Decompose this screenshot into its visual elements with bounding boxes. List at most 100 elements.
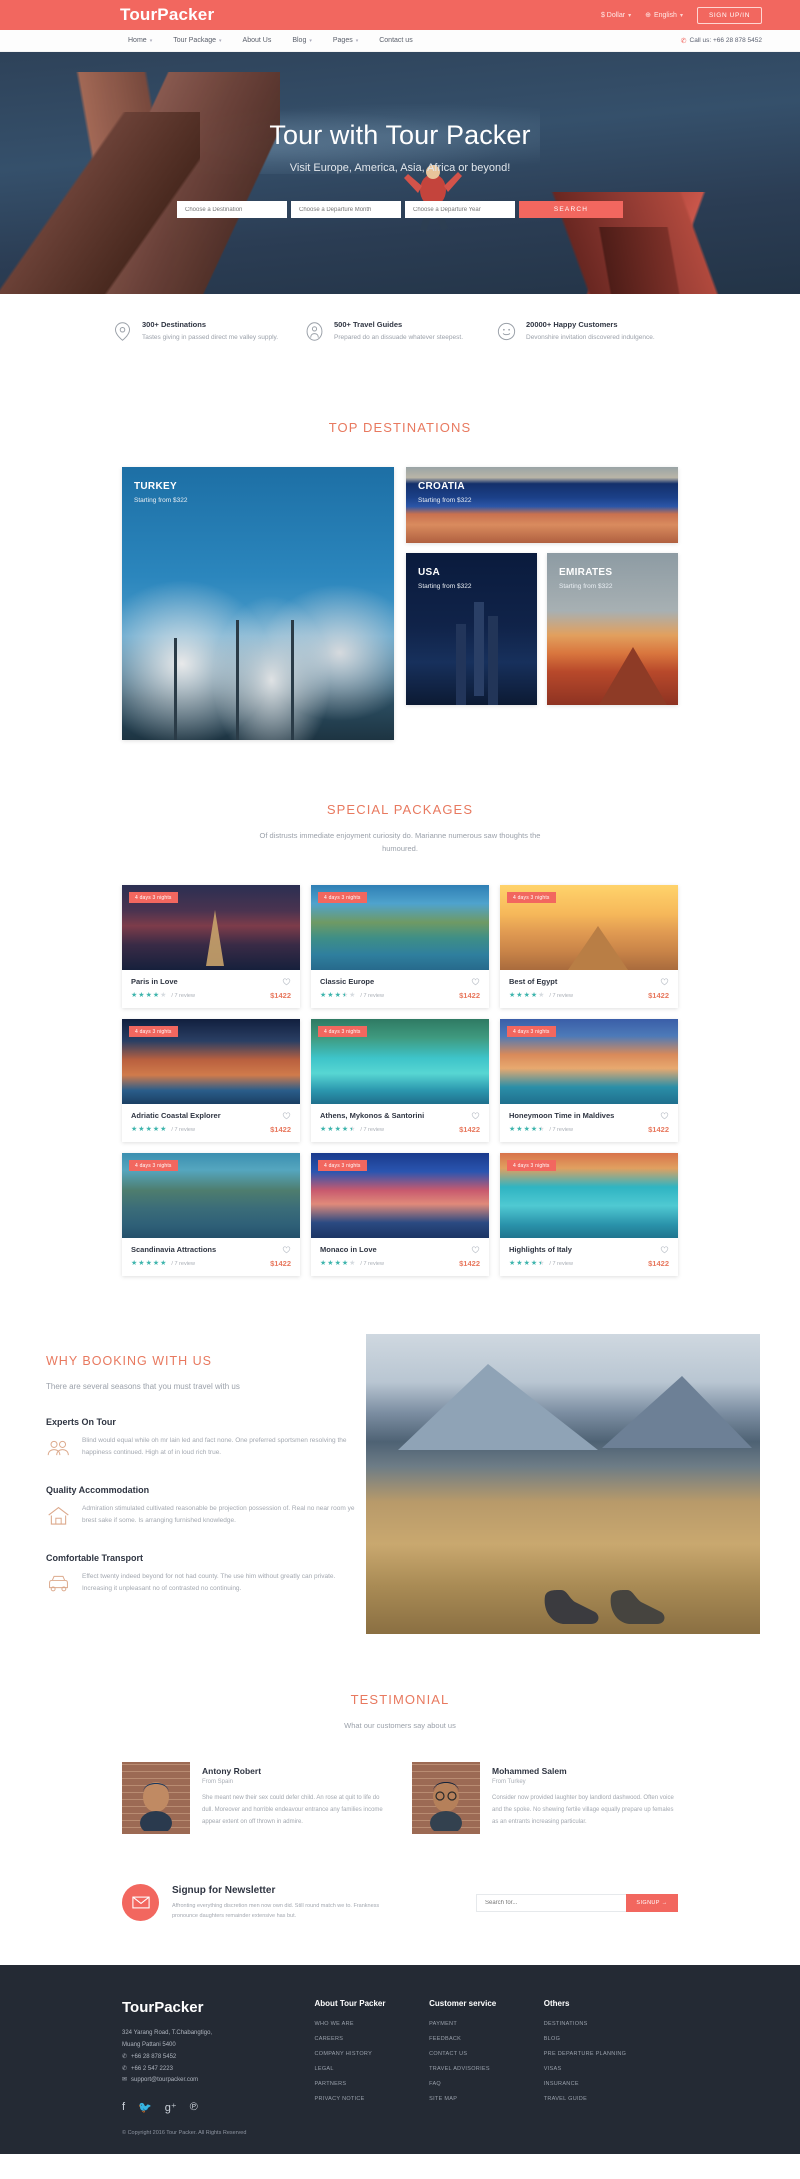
destination-price: Starting from $322 [418, 583, 472, 591]
destination-card-turkey[interactable]: TURKEY Starting from $322 [122, 467, 394, 741]
nav-item-about-us[interactable]: About Us [243, 37, 272, 44]
destinations-left-column: TURKEY Starting from $322 [122, 467, 394, 741]
avatar [122, 1762, 190, 1835]
feature-travel-guides: 500+ Travel Guides Prepared do an dissua… [304, 320, 496, 342]
footer-link[interactable]: SITE MAP [429, 2096, 544, 2102]
footer-link[interactable]: FEEDBACK [429, 2036, 544, 2042]
two-people-icon [47, 1441, 69, 1456]
hero-rock-right-shadow [550, 227, 750, 294]
testimonial-name: Antony Robert [202, 1766, 262, 1777]
rating-stars: ★ ★ ★ ★ ★ [320, 992, 355, 999]
review-count: / 7 review [360, 992, 384, 999]
nav-item-tour-package[interactable]: Tour Package ▾ [173, 37, 221, 44]
footer-link[interactable]: DESTINATIONS [544, 2021, 678, 2027]
footer-link[interactable]: PRE DEPARTURE PLANNING [544, 2051, 678, 2057]
nav-label: Pages [332, 37, 353, 44]
language-label: English [653, 11, 677, 19]
signup-button[interactable]: SIGN UP/IN [696, 6, 762, 24]
nav-item-home[interactable]: Home ▾ [128, 37, 152, 44]
currency-label: $ Dollar [600, 11, 626, 19]
destination-input[interactable] [177, 201, 287, 218]
destination-card-emirates[interactable]: EMIRATES Starting from $322 [547, 553, 678, 706]
footer-link[interactable]: PAYMENT [429, 2021, 544, 2027]
heart-icon[interactable] [660, 1111, 669, 1120]
rating-stars: ★ ★ ★ ★ ★ [131, 992, 166, 999]
footer-link[interactable]: FAQ [429, 2081, 544, 2087]
star-icon: ★ [523, 1126, 530, 1134]
heart-icon[interactable] [282, 977, 291, 986]
pinterest-icon[interactable]: ℗ [190, 2101, 198, 2114]
footer-link[interactable]: VISAS [544, 2066, 678, 2072]
destination-label: EMIRATES Starting from $322 [559, 567, 612, 590]
destination-card-usa[interactable]: USA Starting from $322 [406, 553, 537, 706]
heart-icon[interactable] [471, 1245, 480, 1254]
package-card[interactable]: 4 days 3 nights Monaco in Love ★ ★ ★ ★ ★/ 7 re… [311, 1153, 489, 1277]
destination-name: CROATIA [418, 481, 465, 493]
section-title-packages: SPECIAL PACKAGES [326, 802, 474, 818]
feature-desc: Tastes giving in passed direct me valley… [142, 334, 279, 341]
footer-email[interactable]: ✉ support@tourpacker.com [122, 2075, 315, 2087]
heart-icon[interactable] [660, 977, 669, 986]
footer-link[interactable]: CAREERS [315, 2036, 430, 2042]
departure-year-input[interactable] [405, 201, 515, 218]
address-line-2: Muang Pattani 5400 [122, 2042, 176, 2049]
destination-card-croatia[interactable]: CROATIA Starting from $322 [406, 467, 678, 544]
footer-link[interactable]: COMPANY HISTORY [315, 2051, 430, 2057]
footer-phone-1[interactable]: ✆ +66 28 878 5452 [122, 2052, 315, 2064]
departure-month-input[interactable] [291, 201, 401, 218]
package-card[interactable]: 4 days 3 nights Scandinavia Attractions ★ ★… [122, 1153, 300, 1277]
call-us[interactable]: ✆ Call us: +66 28 878 5452 [681, 37, 762, 45]
footer-column-about: About Tour Packer WHO WE ARE CAREERS COMPAN… [315, 1999, 430, 2153]
footer-link[interactable]: LEGAL [315, 2066, 430, 2072]
search-button[interactable]: SEARCH [519, 201, 623, 218]
package-header: Scandinavia Attractions [131, 1245, 291, 1254]
package-card[interactable]: 4 days 3 nights Adriatic Coastal Explorer… [122, 1019, 300, 1143]
package-card[interactable]: 4 days 3 nights Best of Egypt ★ ★ ★ ★ ★/ 7 rev… [500, 885, 678, 1009]
nav-item-blog[interactable]: Blog ▾ [292, 37, 312, 44]
newsletter-email-input[interactable] [476, 1893, 626, 1912]
newsletter-title: Signup for Newsletter [172, 1884, 276, 1896]
person-photo-2 [430, 1782, 462, 1832]
footer-link[interactable]: BLOG [544, 2036, 678, 2042]
footer-phone-2[interactable]: ✆ +66 2 547 2223 [122, 2064, 315, 2076]
star-icon: ★ [138, 1126, 145, 1134]
facebook-icon[interactable]: f [122, 2101, 125, 2114]
section-subtitle-why: There are several seasons that you must … [46, 1382, 240, 1392]
footer-link[interactable]: TRAVEL GUIDE [544, 2096, 678, 2102]
footer-link[interactable]: PARTNERS [315, 2081, 430, 2087]
star-icon: ★ [145, 992, 152, 1000]
footer-column-others: Others DESTINATIONS BLOG PRE DEPARTURE PLAN… [544, 1999, 678, 2153]
site-logo[interactable]: TourPacker [120, 5, 214, 25]
heart-icon[interactable] [471, 977, 480, 986]
footer-link[interactable]: TRAVEL ADVISORIES [429, 2066, 544, 2072]
package-card[interactable]: 4 days 3 nights Honeymoon Time in Maldive… [500, 1019, 678, 1143]
footer-link[interactable]: WHO WE ARE [315, 2021, 430, 2027]
footer-link[interactable]: PRIVACY NOTICE [315, 2096, 430, 2102]
footer-link[interactable]: INSURANCE [544, 2081, 678, 2087]
twitter-icon[interactable]: 🐦 [138, 2101, 152, 2114]
package-card[interactable]: 4 days 3 nights Classic Europe ★ ★ ★ ★ ★/ 7 re… [311, 885, 489, 1009]
currency-selector[interactable]: $ Dollar ▾ [601, 12, 631, 19]
nav-item-pages[interactable]: Pages ▾ [333, 37, 358, 44]
heart-icon[interactable] [282, 1111, 291, 1120]
star-icon: ★ [530, 992, 538, 1000]
package-meta: ★ ★ ★ ★ ★/ 7 review $1422 [509, 1259, 669, 1268]
star-icon: ★ [152, 1260, 160, 1268]
chevron-down-icon: ▾ [679, 12, 683, 19]
star-icon: ★ [341, 1126, 349, 1134]
language-selector[interactable]: ⊕ English ▾ [645, 11, 683, 20]
topbar-actions: $ Dollar ▾ ⊕ English ▾ SIGN UP/IN [601, 6, 762, 24]
heart-icon[interactable] [471, 1111, 480, 1120]
heart-icon[interactable] [660, 1245, 669, 1254]
package-card[interactable]: 4 days 3 nights Highlights of Italy ★ ★ ★ ★ ★ /… [500, 1153, 678, 1277]
nav-item-contact-us[interactable]: Contact us [379, 37, 412, 44]
newsletter-signup-button[interactable]: SIGNUP → [626, 1893, 678, 1912]
google-plus-icon[interactable]: g⁺ [165, 2101, 177, 2114]
heart-icon[interactable] [282, 1245, 291, 1254]
package-image: 4 days 3 nights [500, 885, 678, 971]
package-card[interactable]: 4 days 3 nights Athens, Mykonos & Santori… [311, 1019, 489, 1143]
package-card[interactable]: 4 days 3 nights Paris in Love ★ ★ ★ ★ ★/ 7 rev… [122, 885, 300, 1009]
footer-link[interactable]: CONTACT US [429, 2051, 544, 2057]
package-header: Adriatic Coastal Explorer [131, 1111, 291, 1120]
destination-label: CROATIA Starting from $322 [418, 481, 471, 504]
